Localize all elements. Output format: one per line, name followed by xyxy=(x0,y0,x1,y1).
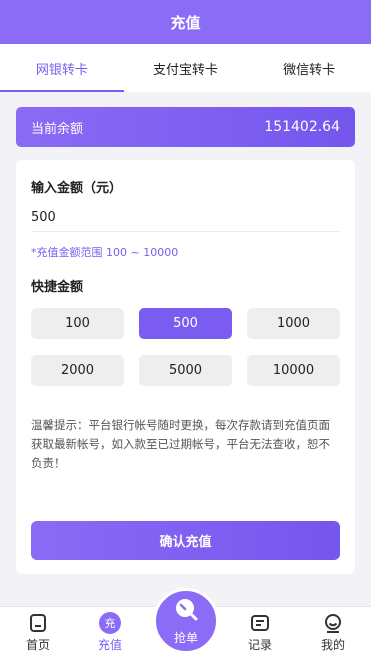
tabbar-item-home[interactable]: 首页 xyxy=(8,607,68,662)
notice-text: 温馨提示：平台银行帐号随时更换，每次存款请到充值页面获取最新帐号，如入款至已过期… xyxy=(31,418,330,470)
profile-icon xyxy=(322,612,344,634)
tabbar-label-recharge: 充值 xyxy=(97,638,122,652)
tab-alipay-transfer[interactable]: 支付宝转卡 xyxy=(124,44,248,92)
home-icon xyxy=(27,612,49,634)
payment-method-tabs: 网银转卡 支付宝转卡 微信转卡 xyxy=(0,44,371,92)
app-header: 充值 xyxy=(0,0,371,44)
tabbar-item-profile[interactable]: 我的 xyxy=(303,607,363,662)
quick-amount-500-button[interactable]: 500 xyxy=(139,308,232,339)
tab-wechat-transfer[interactable]: 微信转卡 xyxy=(247,44,371,92)
quick-amount-1000-button[interactable]: 1000 xyxy=(247,308,340,339)
records-icon xyxy=(249,612,271,634)
tabbar-item-records[interactable]: 记录 xyxy=(230,607,290,662)
quick-amount-title: 快捷金额 xyxy=(31,280,84,295)
tabbar-item-recharge[interactable]: 充 充值 xyxy=(80,607,140,662)
quick-amount-5000-button[interactable]: 5000 xyxy=(139,355,232,386)
tab-bank-transfer[interactable]: 网银转卡 xyxy=(0,44,124,92)
tabbar-label-home: 首页 xyxy=(25,638,50,652)
tabbar-label-records: 记录 xyxy=(247,638,272,652)
tabbar-label-grab-order: 抢单 xyxy=(173,631,198,645)
amount-input[interactable] xyxy=(31,204,340,232)
amount-input-title: 输入金额（元） xyxy=(31,181,123,196)
recharge-icon: 充 xyxy=(99,612,121,634)
tabbar-label-profile: 我的 xyxy=(320,638,345,652)
amount-range-hint: *充值金额范围 100 ~ 10000 xyxy=(31,246,179,259)
grab-order-button[interactable]: 抢单 xyxy=(153,588,219,654)
grab-order-icon xyxy=(172,596,200,628)
recharge-form-card: 输入金额（元） *充值金额范围 100 ~ 10000 快捷金额 100 500… xyxy=(16,160,355,574)
balance-bar: 当前余额 151402.64 xyxy=(16,107,355,147)
page-title: 充值 xyxy=(170,13,201,32)
quick-amount-2000-button[interactable]: 2000 xyxy=(31,355,124,386)
quick-amount-100-button[interactable]: 100 xyxy=(31,308,124,339)
confirm-recharge-button[interactable]: 确认充值 xyxy=(31,521,340,560)
balance-label: 当前余额 xyxy=(31,121,84,137)
quick-amount-10000-button[interactable]: 10000 xyxy=(247,355,340,386)
balance-value: 151402.64 xyxy=(264,119,340,135)
